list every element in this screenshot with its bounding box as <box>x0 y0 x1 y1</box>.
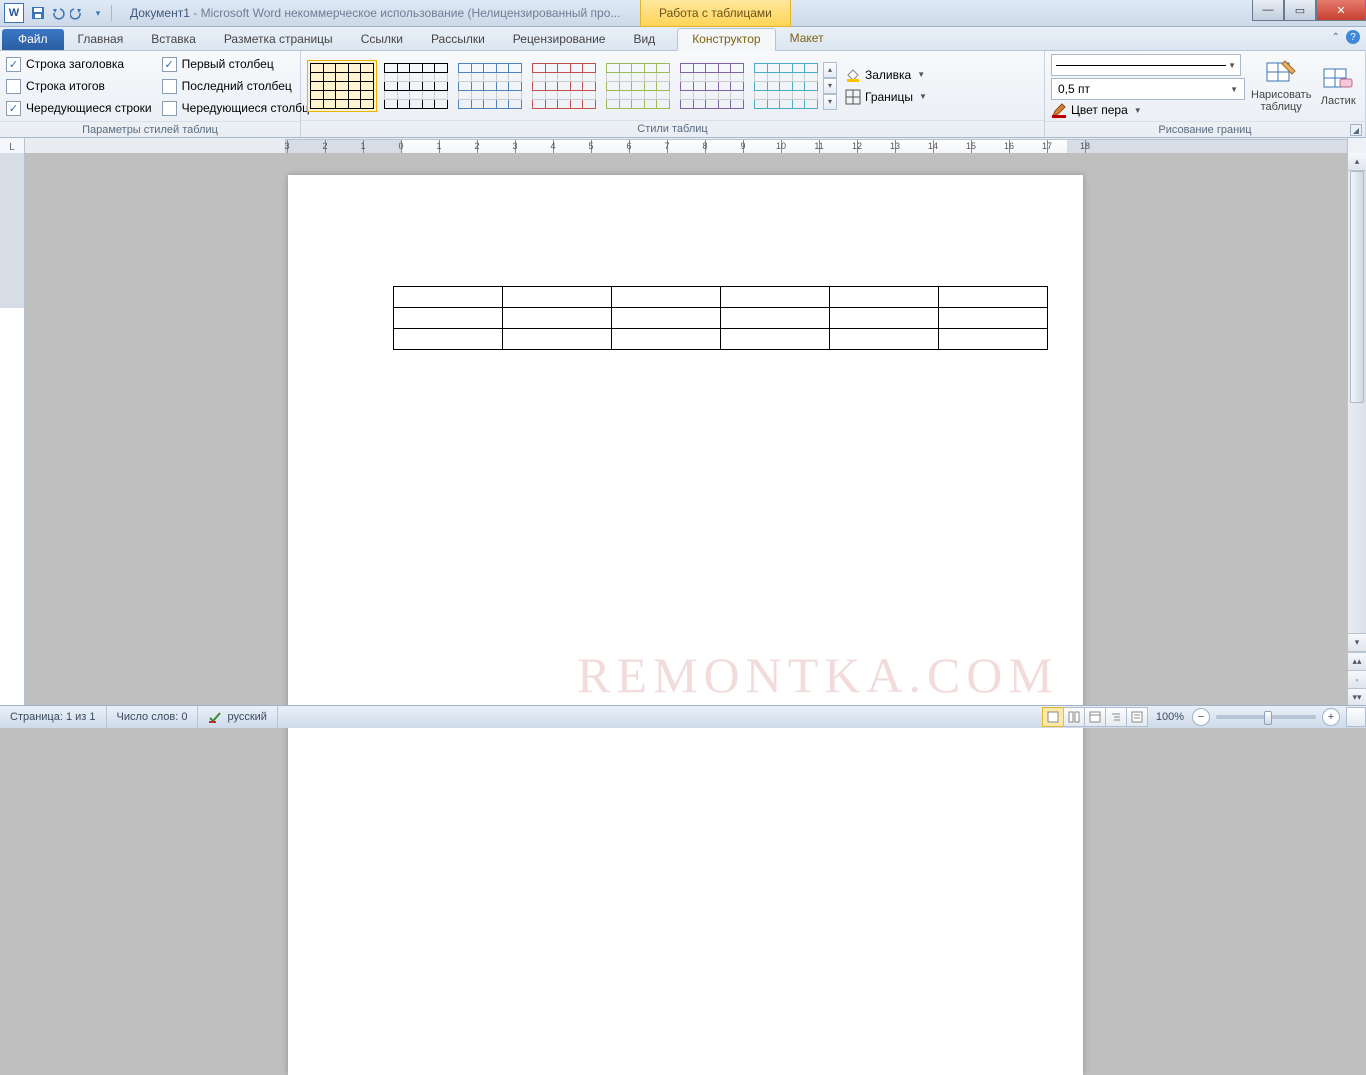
bucket-icon <box>845 67 861 83</box>
eraser-icon <box>1322 65 1354 93</box>
tab-Разметка страницы[interactable]: Разметка страницы <box>210 29 347 50</box>
zoom-level[interactable]: 100% <box>1156 711 1184 723</box>
tab-Конструктор[interactable]: Конструктор <box>677 28 775 51</box>
document-area: ▴ ▾ ▴▴ ◦ ▾▾ REMONTKA.COM <box>0 153 1366 706</box>
table-style-1[interactable] <box>381 60 451 112</box>
zoom-fit-icon[interactable] <box>1346 707 1366 727</box>
status-page[interactable]: Страница: 1 из 1 <box>0 706 107 728</box>
tab-Ссылки[interactable]: Ссылки <box>347 29 417 50</box>
draw-table-icon <box>1265 59 1297 87</box>
view-draft-icon[interactable] <box>1126 707 1148 727</box>
next-page-icon[interactable]: ▾▾ <box>1348 688 1366 706</box>
qat-undo-icon[interactable] <box>48 3 68 23</box>
scroll-up-icon[interactable]: ▴ <box>1348 153 1366 171</box>
draw-table-button[interactable]: Нарисовать таблицу <box>1251 53 1311 119</box>
dialog-launcher-icon[interactable]: ◢ <box>1350 124 1362 136</box>
view-web-icon[interactable] <box>1084 707 1106 727</box>
document-page[interactable] <box>288 175 1083 1075</box>
checkbox-icon <box>162 101 177 116</box>
view-outline-icon[interactable] <box>1105 707 1127 727</box>
help-icon[interactable]: ? <box>1346 30 1360 44</box>
zoom-in-button[interactable]: + <box>1322 708 1340 726</box>
checkbox-icon <box>162 79 177 94</box>
table-styles-gallery[interactable] <box>307 60 821 112</box>
zoom-out-button[interactable]: − <box>1192 708 1210 726</box>
tab-Рецензирование[interactable]: Рецензирование <box>499 29 620 50</box>
maximize-button[interactable]: ▭ <box>1284 0 1316 21</box>
tab-Рассылки[interactable]: Рассылки <box>417 29 499 50</box>
option-Чередующиеся столбцы[interactable]: Чередующиеся столбцы <box>162 97 318 119</box>
option-Чередующиеся строки[interactable]: ✓Чередующиеся строки <box>6 97 152 119</box>
zoom-slider[interactable] <box>1216 715 1316 719</box>
checkbox-icon: ✓ <box>6 101 21 116</box>
browse-object-icon[interactable]: ◦ <box>1348 670 1366 688</box>
line-style-select[interactable]: ▼ <box>1051 54 1241 76</box>
window-title: Документ1 - Microsoft Word некоммерческо… <box>130 6 620 20</box>
qat-save-icon[interactable] <box>28 3 48 23</box>
gallery-more-icon[interactable]: ▾ <box>823 94 837 110</box>
option-Строка заголовка[interactable]: ✓Строка заголовка <box>6 53 152 75</box>
minimize-button[interactable]: — <box>1252 0 1284 21</box>
table-style-3[interactable] <box>529 60 599 112</box>
tab-file[interactable]: Файл <box>2 29 64 50</box>
line-weight-select[interactable]: 0,5 пт▼ <box>1051 78 1245 100</box>
status-word-count[interactable]: Число слов: 0 <box>107 706 199 728</box>
gallery-up-icon[interactable]: ▴ <box>823 62 837 78</box>
vertical-ruler[interactable] <box>0 153 25 706</box>
ribbon-tabs: Файл ГлавнаяВставкаРазметка страницыСсыл… <box>0 27 1366 51</box>
table-style-2[interactable] <box>455 60 525 112</box>
table-style-5[interactable] <box>677 60 747 112</box>
pen-color-button[interactable]: Цвет пера▼ <box>1051 102 1245 118</box>
title-bar: W ▾ Документ1 - Microsoft Word некоммерч… <box>0 0 1366 27</box>
group-table-style-options: ✓Строка заголовкаСтрока итогов✓Чередующи… <box>0 51 301 137</box>
tab-Вставка[interactable]: Вставка <box>137 29 210 50</box>
table-style-4[interactable] <box>603 60 673 112</box>
scroll-thumb[interactable] <box>1350 171 1364 403</box>
scroll-down-icon[interactable]: ▾ <box>1348 633 1366 652</box>
tab-Вид[interactable]: Вид <box>619 29 669 50</box>
checkbox-icon <box>6 79 21 94</box>
option-Последний столбец[interactable]: Последний столбец <box>162 75 318 97</box>
proofing-icon <box>208 710 222 724</box>
qat-customize-icon[interactable]: ▾ <box>88 3 108 23</box>
vertical-scrollbar[interactable]: ▴ ▾ ▴▴ ◦ ▾▾ <box>1347 153 1366 706</box>
ribbon: ✓Строка заголовкаСтрока итогов✓Чередующи… <box>0 51 1366 138</box>
close-button[interactable]: ✕ <box>1316 0 1366 21</box>
table-style-6[interactable] <box>751 60 821 112</box>
document-table[interactable] <box>393 286 1048 350</box>
table-style-0[interactable] <box>307 60 377 112</box>
option-Строка итогов[interactable]: Строка итогов <box>6 75 152 97</box>
group-draw-borders: ▼ 0,5 пт▼ Цвет пера▼ Нарисовать таблицу … <box>1045 51 1366 137</box>
eraser-button[interactable]: Ластик <box>1317 53 1359 119</box>
view-print-layout-icon[interactable] <box>1042 707 1064 727</box>
checkbox-icon: ✓ <box>162 57 177 72</box>
qat-redo-icon[interactable] <box>68 3 88 23</box>
tab-Макет[interactable]: Макет <box>776 28 838 50</box>
view-fullscreen-icon[interactable] <box>1063 707 1085 727</box>
status-language[interactable]: русский <box>198 706 277 728</box>
gallery-scroll[interactable]: ▴ ▾ ▾ <box>823 62 837 110</box>
borders-button[interactable]: Границы▼ <box>841 87 931 107</box>
tab-Главная[interactable]: Главная <box>64 29 138 50</box>
checkbox-icon: ✓ <box>6 57 21 72</box>
shading-button[interactable]: Заливка▼ <box>841 65 931 85</box>
contextual-tab-header: Работа с таблицами <box>640 0 791 27</box>
group-table-styles: ▴ ▾ ▾ Заливка▼ Границы▼ Стили таблиц <box>301 51 1045 137</box>
borders-icon <box>845 89 861 105</box>
ribbon-minimize-icon[interactable]: ⌃ <box>1332 32 1340 43</box>
prev-page-icon[interactable]: ▴▴ <box>1348 652 1366 670</box>
gallery-down-icon[interactable]: ▾ <box>823 78 837 94</box>
word-app-icon[interactable]: W <box>4 3 24 23</box>
pen-icon <box>1051 102 1067 118</box>
status-bar: Страница: 1 из 1 Число слов: 0 русский 1… <box>0 705 1366 728</box>
option-Первый столбец[interactable]: ✓Первый столбец <box>162 53 318 75</box>
